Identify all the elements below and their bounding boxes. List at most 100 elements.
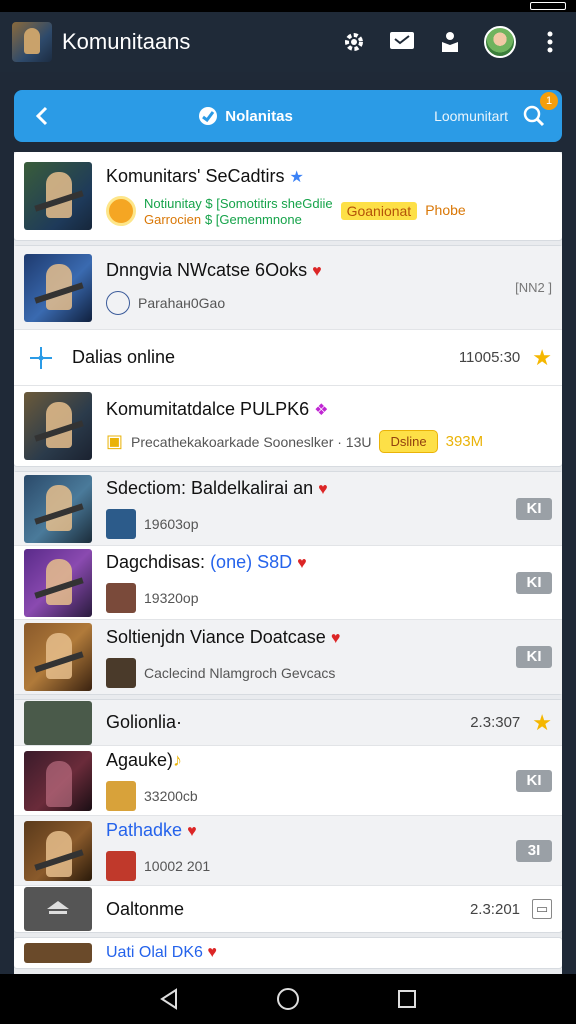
search-icon[interactable]: 1 [520, 92, 558, 130]
notification-badge: 1 [540, 92, 558, 110]
row-sub: 19320op [106, 583, 506, 613]
k-badge: KI [516, 571, 552, 594]
community-icon[interactable] [436, 28, 464, 56]
group-2: Sdectiom: Baldelkalirai an ♥ 19603op KI … [14, 472, 562, 694]
row-body: Komumitatdalce PULPK6 ❖ ▣ Precathekakoar… [106, 399, 552, 453]
game-thumbnail [24, 392, 92, 460]
list-item[interactable]: Dagchdisas: (one) S8D ♥ 19320op KI [14, 546, 562, 620]
row-body: Dalias online [72, 347, 449, 368]
list-item[interactable]: Uati Olal DK6 ♥ [14, 938, 562, 968]
heart-icon: ♥ [207, 944, 217, 961]
row-body: Uati Olal DK6 ♥ [106, 944, 552, 962]
row-title: Dagchdisas: (one) S8D ♥ [106, 552, 307, 572]
app-bar: Komunitaans [0, 12, 576, 72]
list-item[interactable]: Pathadke ♥ 10002 201 3I [14, 816, 562, 886]
coin-icon [106, 195, 136, 226]
row-title: Komumitatdalce PULPK6 ❖ [106, 399, 329, 419]
message-icon[interactable] [388, 28, 416, 56]
list-item[interactable]: Agauke)♪ 33200cb KI [14, 746, 562, 816]
row-title: Pathadke ♥ [106, 820, 197, 840]
more-vertical-icon[interactable] [536, 28, 564, 56]
status-bar [0, 0, 576, 12]
list-item[interactable]: Dnngvia NWcatse 6Ooks ♥ Parahaн0Gao [NN2… [14, 246, 562, 330]
row-sub: Caclecind Nlamgroch Gevcacs [106, 657, 506, 688]
line2-green: $ [Gemenmnone [204, 211, 302, 227]
row-title: Oaltonme [106, 898, 185, 919]
game-thumbnail [24, 548, 92, 617]
row-title: Sdectiom: Baldelkalirai an ♥ [106, 478, 328, 498]
game-thumbnail [24, 943, 92, 963]
row-title: Golionlia· [106, 712, 183, 732]
list-item[interactable]: Komunitars' SeCadtirs ★ Notiunitay $ [So… [14, 152, 562, 240]
app-actions [340, 26, 564, 58]
plus-network-icon [24, 341, 58, 375]
community-list: Komunitars' SeCadtirs ★ Notiunitay $ [So… [14, 152, 562, 974]
line1-green: Notiunitay $ [Somotitirs sheGdiie [144, 195, 333, 211]
list-item[interactable]: Golionlia· 2.3:307 ★ [14, 700, 562, 746]
heart-icon: ♥ [187, 823, 197, 840]
group-3: Golionlia· 2.3:307 ★ Agauke)♪ 33200cb KI… [14, 700, 562, 932]
row-right-meta: 11005:30 [458, 349, 521, 366]
app-logo [12, 22, 52, 62]
search-center[interactable]: Nolanitas [56, 105, 434, 127]
line2-orange: Garrocien [144, 211, 202, 227]
row-body: Agauke)♪ 33200cb [106, 750, 506, 811]
gem-icon: ❖ [314, 402, 329, 419]
back-chevron-icon[interactable] [28, 102, 56, 130]
heart-icon: ♥ [297, 555, 307, 572]
doc-icon[interactable]: ▭ [532, 899, 552, 919]
row-body: Dagchdisas: (one) S8D ♥ 19320op [106, 552, 506, 613]
game-thumbnail [24, 623, 92, 691]
user-avatar[interactable] [484, 26, 516, 58]
group-1: Dnngvia NWcatse 6Ooks ♥ Parahaн0Gao [NN2… [14, 246, 562, 466]
recents-icon[interactable] [393, 985, 421, 1013]
heart-icon: ♥ [312, 263, 322, 280]
back-icon[interactable] [155, 985, 183, 1013]
row-body: Dnngvia NWcatse 6Ooks ♥ Parahaн0Gao [106, 260, 505, 315]
row-sub: 19603op [106, 509, 506, 539]
game-thumbnail [24, 162, 92, 230]
list-item[interactable]: Oaltonme 2.3:201 ▭ [14, 886, 562, 932]
game-thumbnail [24, 474, 92, 543]
line1-orange: Phobe [425, 202, 466, 218]
list-item[interactable]: Sdectiom: Baldelkalirai an ♥ 19603op KI [14, 472, 562, 546]
mini-thumbnail [106, 781, 136, 811]
settings-gear-icon[interactable] [340, 28, 368, 56]
row-body: Soltienjdn Viance Doatcase ♥ Caclecind N… [106, 627, 506, 688]
row-sub: ▣ Precathekakoarkade Sooneslker · 13U Ds… [106, 430, 484, 453]
row-sub: Notiunitay $ [Somotitirs sheGdiie Garroc… [106, 195, 552, 227]
k-badge: KI [516, 497, 552, 520]
game-thumbnail [24, 750, 92, 811]
row-body: Oaltonme [106, 899, 460, 920]
home-icon[interactable] [274, 985, 302, 1013]
row-right-meta: [NN2 ] [515, 280, 552, 295]
size-tag: 393M [445, 433, 484, 450]
heart-icon: ♥ [330, 629, 341, 647]
featured-group: Komunitars' SeCadtirs ★ Notiunitay $ [So… [14, 152, 562, 240]
game-thumbnail [24, 820, 92, 881]
online-pill[interactable]: Dsline [379, 430, 438, 453]
group-4: Uati Olal DK6 ♥ [14, 938, 562, 968]
row-sub: 10002 201 [106, 851, 506, 881]
app-title: Komunitaans [62, 29, 191, 54]
k-badge: 3I [516, 839, 552, 862]
search-scope-label[interactable]: Loomunitart [434, 108, 508, 124]
row-body: Sdectiom: Baldelkalirai an ♥ 19603op [106, 478, 506, 539]
search-center-label: Nolanitas [225, 107, 293, 125]
row-title: Agauke)♪ [106, 750, 183, 770]
list-item[interactable]: Soltienjdn Viance Doatcase ♥ Caclecind N… [14, 620, 562, 694]
search-bar: Nolanitas Loomunitart 1 [14, 90, 562, 142]
row-title: Dnngvia NWcatse 6Ooks ♥ [106, 260, 322, 280]
row-title: Soltienjdn Viance Doatcase ♥ [106, 626, 341, 647]
bag-icon: ▣ [106, 431, 124, 451]
mini-thumbnail [106, 851, 136, 881]
favorite-star-icon[interactable]: ★ [532, 345, 552, 371]
favorite-star-icon[interactable]: ★ [532, 710, 552, 736]
row-sub: 33200cb [106, 781, 506, 811]
mini-thumbnail [106, 657, 136, 688]
mini-thumbnail [106, 509, 136, 539]
heart-icon: ♥ [318, 481, 328, 498]
list-item[interactable]: Komumitatdalce PULPK6 ❖ ▣ Precathekakoar… [14, 386, 562, 466]
game-thumbnail [24, 253, 92, 322]
list-item[interactable]: Dalias online 11005:30 ★ [14, 330, 562, 386]
